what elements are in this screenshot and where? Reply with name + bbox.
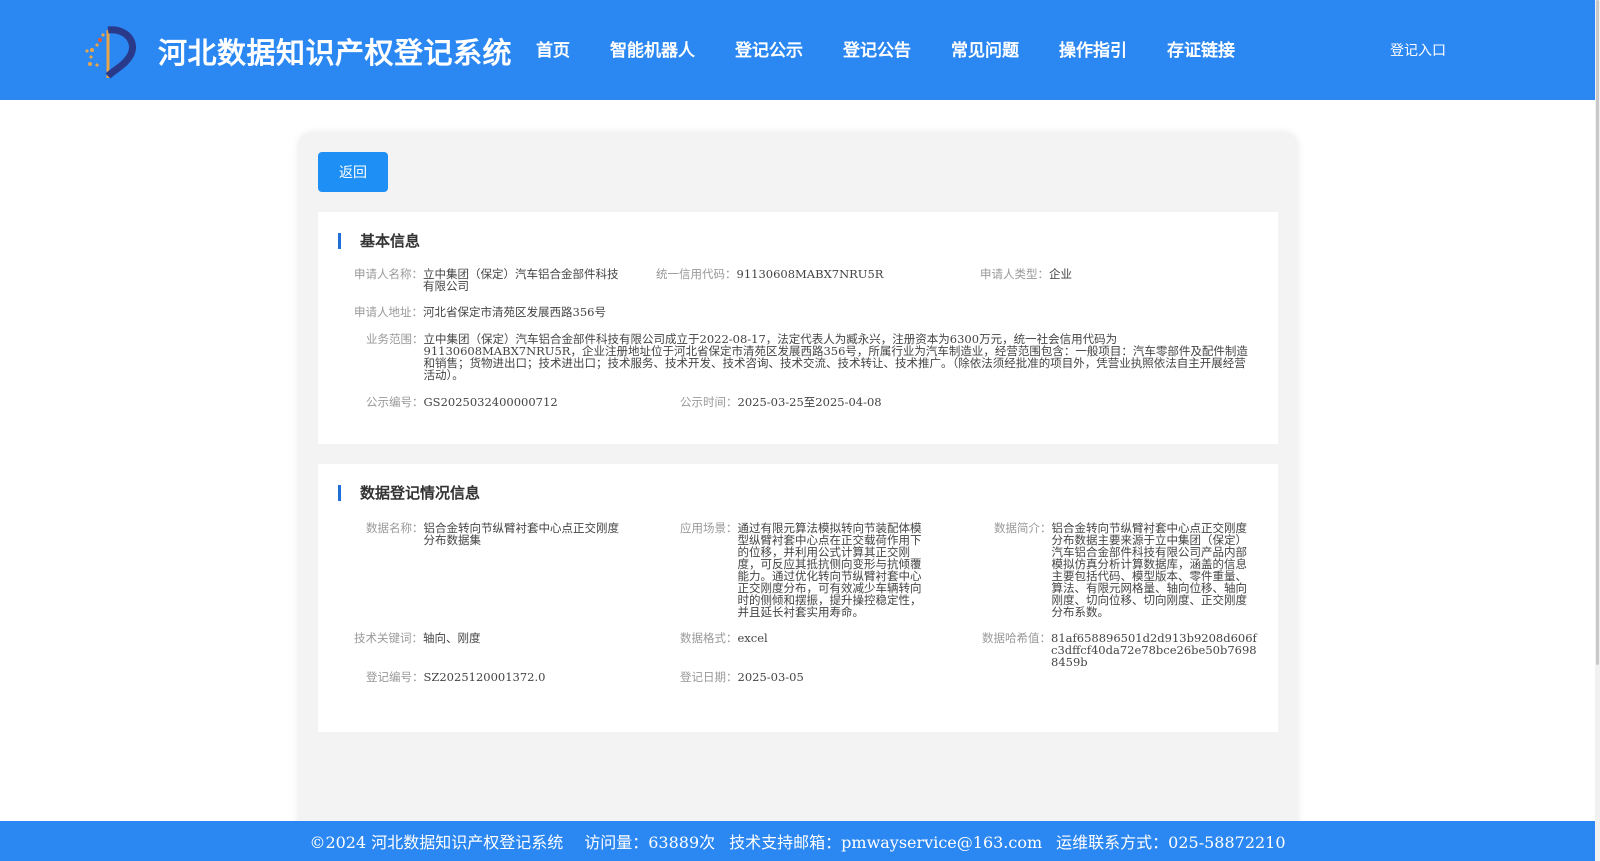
- hash-value: 81af658896501d2d913b9208d606fc3dffcf40da…: [1051, 631, 1257, 669]
- reg-no-field: 登记编号： SZ2025120001372.0: [366, 671, 666, 683]
- format-label: 数据格式：: [680, 631, 738, 645]
- top-header: 河北数据知识产权登记系统 首页 智能机器人 登记公示 登记公告 常见问题 操作指…: [0, 0, 1595, 100]
- pub-time-label: 公示时间：: [680, 395, 738, 409]
- registration-info-card: 数据登记情况信息 数据名称： 铝合金转向节纵臂衬套中心点正交刚度分布数据集 应用…: [318, 464, 1278, 732]
- applicant-type-field: 申请人类型： 企业: [980, 268, 1260, 280]
- scenario-field: 应用场景： 通过有限元算法模拟转向节装配体模型纵臂衬套中心点在正交载荷作用下的位…: [680, 522, 960, 618]
- keywords-field: 技术关键词： 轴向、刚度: [354, 632, 654, 644]
- footer-visits: 访问量：63889次: [584, 833, 716, 852]
- scope-field: 业务范围： 立中集团（保定）汽车铝合金部件科技有限公司成立于2022-08-17…: [366, 333, 1266, 381]
- logo-icon: [84, 26, 136, 79]
- applicant-type-value: 企业: [1049, 267, 1072, 281]
- keywords-value: 轴向、刚度: [423, 631, 481, 645]
- pub-time-value: 2025-03-25至2025-04-08: [737, 395, 882, 409]
- pub-no-label: 公示编号：: [366, 395, 424, 409]
- summary-field: 数据简介： 铝合金转向节纵臂衬套中心点正交刚度分布数据主要来源于立中集团（保定）…: [994, 522, 1274, 618]
- reg-date-label: 登记日期：: [680, 670, 738, 684]
- nav-announcement[interactable]: 登记公告: [843, 36, 911, 61]
- pub-time-field: 公示时间： 2025-03-25至2025-04-08: [680, 396, 980, 408]
- detail-panel: 返回 基本信息 申请人名称： 立中集团（保定）汽车铝合金部件科技有限公司 统一信…: [298, 132, 1298, 861]
- footer-phone: 运维联系方式：025-58872210: [1056, 833, 1286, 852]
- nav-home[interactable]: 首页: [536, 36, 570, 61]
- nav-evidence-link[interactable]: 存证链接: [1167, 36, 1235, 61]
- address-value: 河北省保定市清苑区发展西路356号: [423, 305, 606, 319]
- footer: ©2024 河北数据知识产权登记系统 访问量：63889次 技术支持邮箱：pmw…: [0, 821, 1595, 861]
- applicant-name-label: 申请人名称：: [354, 267, 423, 281]
- footer-email: 技术支持邮箱：pmwayservice@163.com: [729, 833, 1043, 852]
- hash-label: 数据哈希值：: [982, 631, 1051, 645]
- site-title: 河北数据知识产权登记系统: [158, 36, 513, 70]
- data-name-label: 数据名称：: [366, 521, 424, 535]
- pub-no-value: GS2025032400000712: [423, 395, 558, 409]
- summary-label: 数据简介：: [994, 521, 1052, 535]
- address-label: 申请人地址：: [354, 305, 423, 319]
- nav-guide[interactable]: 操作指引: [1059, 36, 1127, 61]
- scope-value: 立中集团（保定）汽车铝合金部件科技有限公司成立于2022-08-17，法定代表人…: [423, 332, 1248, 382]
- data-name-value: 铝合金转向节纵臂衬套中心点正交刚度分布数据集: [423, 521, 620, 547]
- credit-code-field: 统一信用代码： 91130608MABX7NRU5R: [656, 268, 956, 280]
- footer-copyright: ©2024 河北数据知识产权登记系统: [309, 833, 564, 852]
- nav-robot[interactable]: 智能机器人: [610, 36, 695, 61]
- credit-code-label: 统一信用代码：: [656, 267, 737, 281]
- hash-field: 数据哈希值： 81af658896501d2d913b9208d606fc3df…: [982, 632, 1274, 668]
- reg-date-field: 登记日期： 2025-03-05: [680, 671, 960, 683]
- data-name-field: 数据名称： 铝合金转向节纵臂衬套中心点正交刚度分布数据集: [366, 522, 656, 546]
- login-link[interactable]: 登记入口: [1390, 40, 1446, 60]
- applicant-name-value: 立中集团（保定）汽车铝合金部件科技有限公司: [423, 267, 619, 293]
- basic-info-title: 基本信息: [338, 230, 420, 251]
- reg-date-value: 2025-03-05: [737, 670, 804, 684]
- nav-publicity[interactable]: 登记公示: [735, 36, 803, 61]
- address-field: 申请人地址： 河北省保定市清苑区发展西路356号: [354, 306, 954, 318]
- scrollbar-thumb[interactable]: [1596, 0, 1599, 665]
- format-value: excel: [737, 631, 768, 645]
- scope-label: 业务范围：: [366, 332, 424, 346]
- summary-value: 铝合金转向节纵臂衬套中心点正交刚度分布数据主要来源于立中集团（保定）汽车铝合金部…: [1051, 521, 1248, 619]
- vertical-scrollbar[interactable]: [1595, 0, 1600, 861]
- pub-no-field: 公示编号： GS2025032400000712: [366, 396, 666, 408]
- registration-info-title: 数据登记情况信息: [338, 482, 480, 503]
- back-button[interactable]: 返回: [318, 152, 388, 192]
- format-field: 数据格式： excel: [680, 632, 960, 644]
- main-nav: 首页 智能机器人 登记公示 登记公告 常见问题 操作指引 存证链接: [536, 36, 1275, 61]
- reg-no-label: 登记编号：: [366, 670, 424, 684]
- scenario-value: 通过有限元算法模拟转向节装配体模型纵臂衬套中心点在正交载荷作用下的位移，并利用公…: [737, 521, 922, 619]
- keywords-label: 技术关键词：: [354, 631, 423, 645]
- credit-code-value: 91130608MABX7NRU5R: [736, 267, 884, 281]
- basic-info-card: 基本信息 申请人名称： 立中集团（保定）汽车铝合金部件科技有限公司 统一信用代码…: [318, 212, 1278, 444]
- reg-no-value: SZ2025120001372.0: [423, 670, 546, 684]
- nav-faq[interactable]: 常见问题: [951, 36, 1019, 61]
- applicant-type-label: 申请人类型：: [980, 267, 1049, 281]
- scenario-label: 应用场景：: [680, 521, 738, 535]
- applicant-name-field: 申请人名称： 立中集团（保定）汽车铝合金部件科技有限公司: [354, 268, 634, 292]
